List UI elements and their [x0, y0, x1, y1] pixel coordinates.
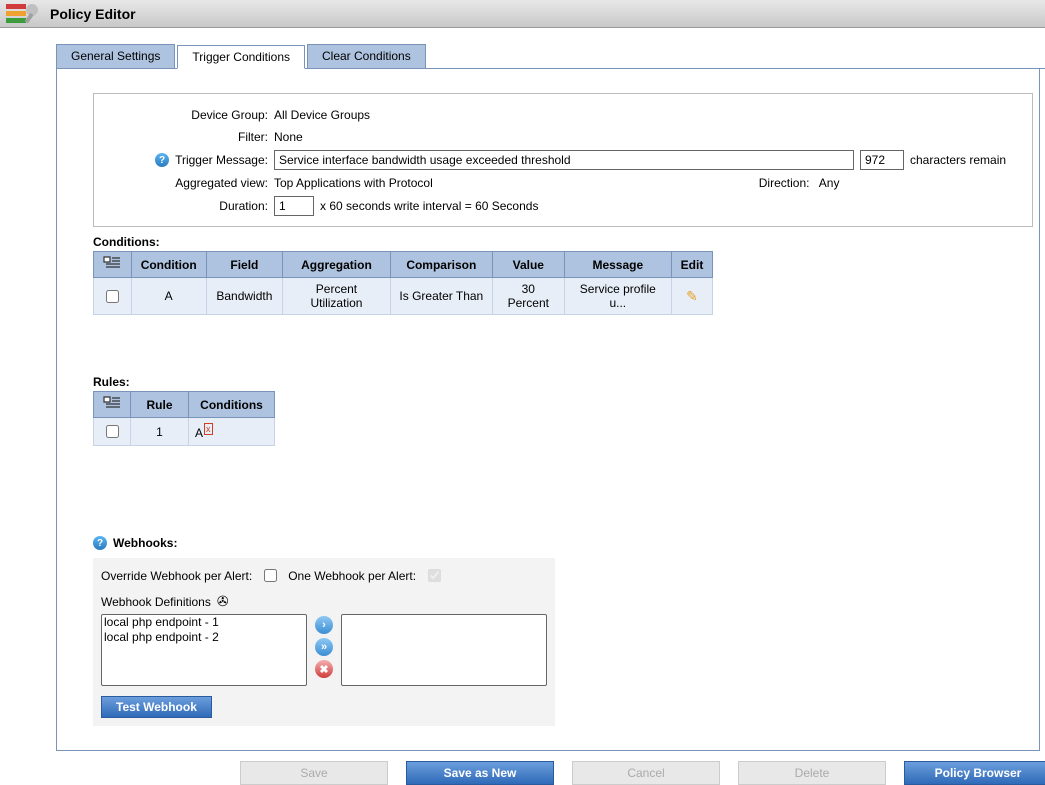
row-checkbox-cell[interactable] [94, 278, 132, 315]
footer-buttons: Save Save as New Cancel Delete Policy Br… [240, 761, 1045, 785]
trigger-form: Device Group: All Device Groups Filter: … [93, 93, 1033, 227]
direction-value: Any [819, 176, 840, 190]
aggregated-view-label: Aggregated view: [104, 176, 274, 190]
webhook-option[interactable]: local php endpoint - 1 [102, 615, 306, 630]
help-icon[interactable]: ? [93, 536, 107, 550]
duration-suffix: x 60 seconds write interval = 60 Seconds [320, 199, 538, 213]
chars-remaining-label: characters remain [910, 153, 1006, 167]
tab-clear-conditions[interactable]: Clear Conditions [307, 44, 426, 68]
help-icon[interactable]: ? [155, 153, 169, 167]
delete-button: Delete [738, 761, 886, 785]
device-group-value: All Device Groups [274, 108, 1022, 122]
col-rule-conditions[interactable]: Conditions [189, 392, 275, 418]
save-as-new-button[interactable]: Save as New [406, 761, 554, 785]
move-all-right-button[interactable]: » [315, 638, 333, 656]
cancel-button: Cancel [572, 761, 720, 785]
webhooks-body: Override Webhook per Alert: One Webhook … [93, 558, 555, 726]
conditions-menu-header[interactable] [94, 252, 132, 278]
col-rule[interactable]: Rule [131, 392, 189, 418]
aggregated-view-value: Top Applications with Protocol [274, 176, 433, 190]
col-edit[interactable]: Edit [672, 252, 713, 278]
webhooks-header: Webhooks: [113, 536, 177, 550]
conditions-section-label: Conditions: [93, 235, 1039, 249]
device-group-label: Device Group: [104, 108, 274, 122]
cell-rule-conditions: Ax [189, 418, 275, 446]
webhook-selected-list[interactable] [341, 614, 547, 686]
cell-aggregation: Percent Utilization [283, 278, 390, 315]
remove-condition-icon[interactable]: x [204, 423, 213, 435]
override-webhook-label: Override Webhook per Alert: [101, 569, 252, 583]
cell-value: 30 Percent [492, 278, 564, 315]
app-logo-icon [6, 2, 42, 26]
pencil-icon[interactable]: ✎ [686, 288, 698, 304]
col-field[interactable]: Field [206, 252, 283, 278]
override-webhook-checkbox[interactable] [264, 569, 277, 582]
duration-label: Duration: [104, 199, 274, 213]
filter-label: Filter: [104, 130, 274, 144]
col-value[interactable]: Value [492, 252, 564, 278]
cell-condition: A [131, 278, 206, 315]
webhook-option[interactable]: local php endpoint - 2 [102, 630, 306, 645]
col-message[interactable]: Message [564, 252, 671, 278]
filter-value: None [274, 130, 1022, 144]
tab-strip: General Settings Trigger Conditions Clea… [56, 44, 1045, 69]
cell-rule: 1 [131, 418, 189, 446]
direction-label: Direction: [759, 176, 810, 190]
row-checkbox[interactable] [106, 290, 119, 303]
cell-field: Bandwidth [206, 278, 283, 315]
col-condition[interactable]: Condition [131, 252, 206, 278]
col-aggregation[interactable]: Aggregation [283, 252, 390, 278]
table-menu-icon [103, 396, 121, 410]
rules-menu-header[interactable] [94, 392, 131, 418]
conditions-row[interactable]: A Bandwidth Percent Utilization Is Great… [94, 278, 713, 315]
table-menu-icon [103, 256, 121, 270]
rule-row-checkbox-cell[interactable] [94, 418, 131, 446]
cell-message: Service profile u... [564, 278, 671, 315]
trigger-conditions-panel: Device Group: All Device Groups Filter: … [56, 69, 1040, 751]
tab-general-settings[interactable]: General Settings [56, 44, 175, 68]
one-webhook-label: One Webhook per Alert: [288, 569, 416, 583]
title-bar: Policy Editor [0, 0, 1045, 28]
trigger-message-label: Trigger Message: [175, 153, 268, 167]
rule-row-checkbox[interactable] [106, 425, 119, 438]
rules-table: Rule Conditions 1 Ax [93, 391, 275, 446]
rules-section-label: Rules: [93, 375, 1039, 389]
test-webhook-button[interactable]: Test Webhook [101, 696, 212, 718]
move-right-button[interactable]: › [315, 616, 333, 634]
cell-comparison: Is Greater Than [390, 278, 492, 315]
window-title: Policy Editor [50, 6, 136, 22]
save-button: Save [240, 761, 388, 785]
link-icon[interactable]: ✇ [217, 593, 229, 610]
duration-input[interactable] [274, 196, 314, 216]
tab-trigger-conditions[interactable]: Trigger Conditions [177, 45, 305, 69]
col-comparison[interactable]: Comparison [390, 252, 492, 278]
cell-edit[interactable]: ✎ [672, 278, 713, 315]
one-webhook-checkbox [428, 569, 441, 582]
trigger-message-input[interactable] [274, 150, 854, 170]
conditions-table: Condition Field Aggregation Comparison V… [93, 251, 713, 315]
chars-remaining-output [860, 150, 904, 170]
rules-row[interactable]: 1 Ax [94, 418, 275, 446]
webhook-definitions-label: Webhook Definitions [101, 595, 211, 609]
webhook-available-list[interactable]: local php endpoint - 1 local php endpoin… [101, 614, 307, 686]
remove-button[interactable]: ✖ [315, 660, 333, 678]
policy-browser-button[interactable]: Policy Browser [904, 761, 1045, 785]
